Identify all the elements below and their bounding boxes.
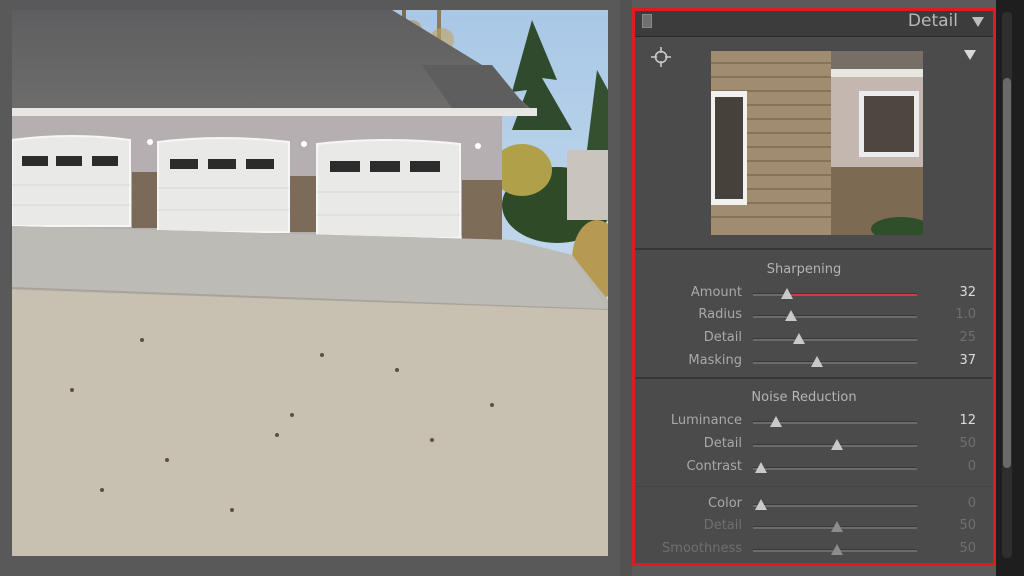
sharpening-value-amount[interactable]: 32 — [936, 285, 976, 300]
detail-panel: Detail Sharpening Amount 32 Radius 1.0 D… — [632, 8, 996, 566]
noise-value-luminance[interactable]: 12 — [936, 413, 976, 428]
sharpening-slider-accent — [787, 294, 917, 296]
noise-slider-luminance[interactable] — [753, 416, 917, 427]
noise-value-detail[interactable]: 50 — [936, 518, 976, 533]
noise-value-contrast[interactable]: 0 — [936, 459, 976, 474]
sharpening-row-radius[interactable]: Radius 1.0 — [632, 305, 996, 327]
sharpening-slider-amount[interactable] — [753, 288, 917, 299]
noise-slider-thumb[interactable] — [830, 439, 843, 450]
noise-slider-thumb[interactable] — [830, 544, 843, 555]
sharpening-slider-masking[interactable] — [753, 356, 917, 367]
section-divider — [634, 377, 992, 379]
sharpening-slider-radius[interactable] — [753, 310, 917, 321]
noise-slider-thumb[interactable] — [755, 462, 768, 473]
noise-row-contrast[interactable]: Contrast 0 — [632, 457, 996, 479]
noise-slider-thumb[interactable] — [830, 521, 843, 532]
garage-photo — [12, 10, 608, 556]
panel-scrollbar-thumb[interactable] — [1003, 78, 1011, 468]
noise-label-smoothness: Smoothness — [662, 541, 742, 556]
noise-slider-color[interactable] — [753, 499, 917, 510]
sharpening-row-masking[interactable]: Masking 37 — [632, 351, 996, 373]
sharpening-slider-thumb[interactable] — [781, 288, 794, 299]
noise-row-luminance[interactable]: Luminance 12 — [632, 411, 996, 433]
noise-row-detail[interactable]: Detail 50 — [632, 516, 996, 538]
noise-row-detail[interactable]: Detail 50 — [632, 434, 996, 456]
sharpening-value-masking[interactable]: 37 — [936, 353, 976, 368]
section-divider — [634, 248, 992, 250]
panel-gap — [620, 0, 632, 576]
sharpening-row-amount[interactable]: Amount 32 — [632, 283, 996, 305]
sharpening-label-masking: Masking — [688, 353, 742, 368]
panel-header[interactable]: Detail — [632, 8, 996, 37]
noise-slider-contrast[interactable] — [753, 462, 917, 473]
noise-label-detail: Detail — [703, 518, 742, 533]
noise-value-detail[interactable]: 50 — [936, 436, 976, 451]
noise-value-smoothness[interactable]: 50 — [936, 541, 976, 556]
sharpening-slider-thumb[interactable] — [784, 310, 797, 321]
sharpening-section-title: Sharpening — [766, 262, 842, 277]
sharpening-label-detail: Detail — [703, 330, 742, 345]
noise-slider-thumb[interactable] — [769, 416, 782, 427]
noise-slider-smoothness[interactable] — [753, 544, 917, 555]
crosshair-target-icon[interactable] — [650, 46, 672, 68]
collapse-triangle-icon[interactable] — [972, 17, 984, 27]
sharpening-slider-detail[interactable] — [753, 333, 917, 344]
noise-label-detail: Detail — [703, 436, 742, 451]
sharpening-label-amount: Amount — [690, 285, 742, 300]
detail-zoom-preview[interactable] — [711, 51, 923, 235]
noise-value-color[interactable]: 0 — [936, 496, 976, 511]
sharpening-value-radius[interactable]: 1.0 — [936, 307, 976, 322]
noise-reduction-section-title: Noise Reduction — [751, 390, 857, 405]
preview-menu-triangle-icon[interactable] — [964, 50, 976, 60]
noise-row-color[interactable]: Color 0 — [632, 494, 996, 516]
panel-handle-icon[interactable] — [642, 14, 652, 28]
noise-slider-detail[interactable] — [753, 521, 917, 532]
noise-label-color: Color — [708, 496, 742, 511]
photo-canvas[interactable] — [0, 0, 620, 576]
sharpening-row-detail[interactable]: Detail 25 — [632, 328, 996, 350]
sharpening-slider-thumb[interactable] — [810, 356, 823, 367]
sharpening-slider-thumb[interactable] — [792, 333, 805, 344]
noise-row-smoothness[interactable]: Smoothness 50 — [632, 539, 996, 561]
noise-label-luminance: Luminance — [670, 413, 742, 428]
noise-slider-detail[interactable] — [753, 439, 917, 450]
subsection-divider — [634, 486, 992, 487]
sharpening-label-radius: Radius — [698, 307, 742, 322]
noise-slider-thumb[interactable] — [755, 499, 768, 510]
panel-title: Detail — [907, 11, 958, 31]
noise-label-contrast: Contrast — [686, 459, 742, 474]
sharpening-value-detail[interactable]: 25 — [936, 330, 976, 345]
